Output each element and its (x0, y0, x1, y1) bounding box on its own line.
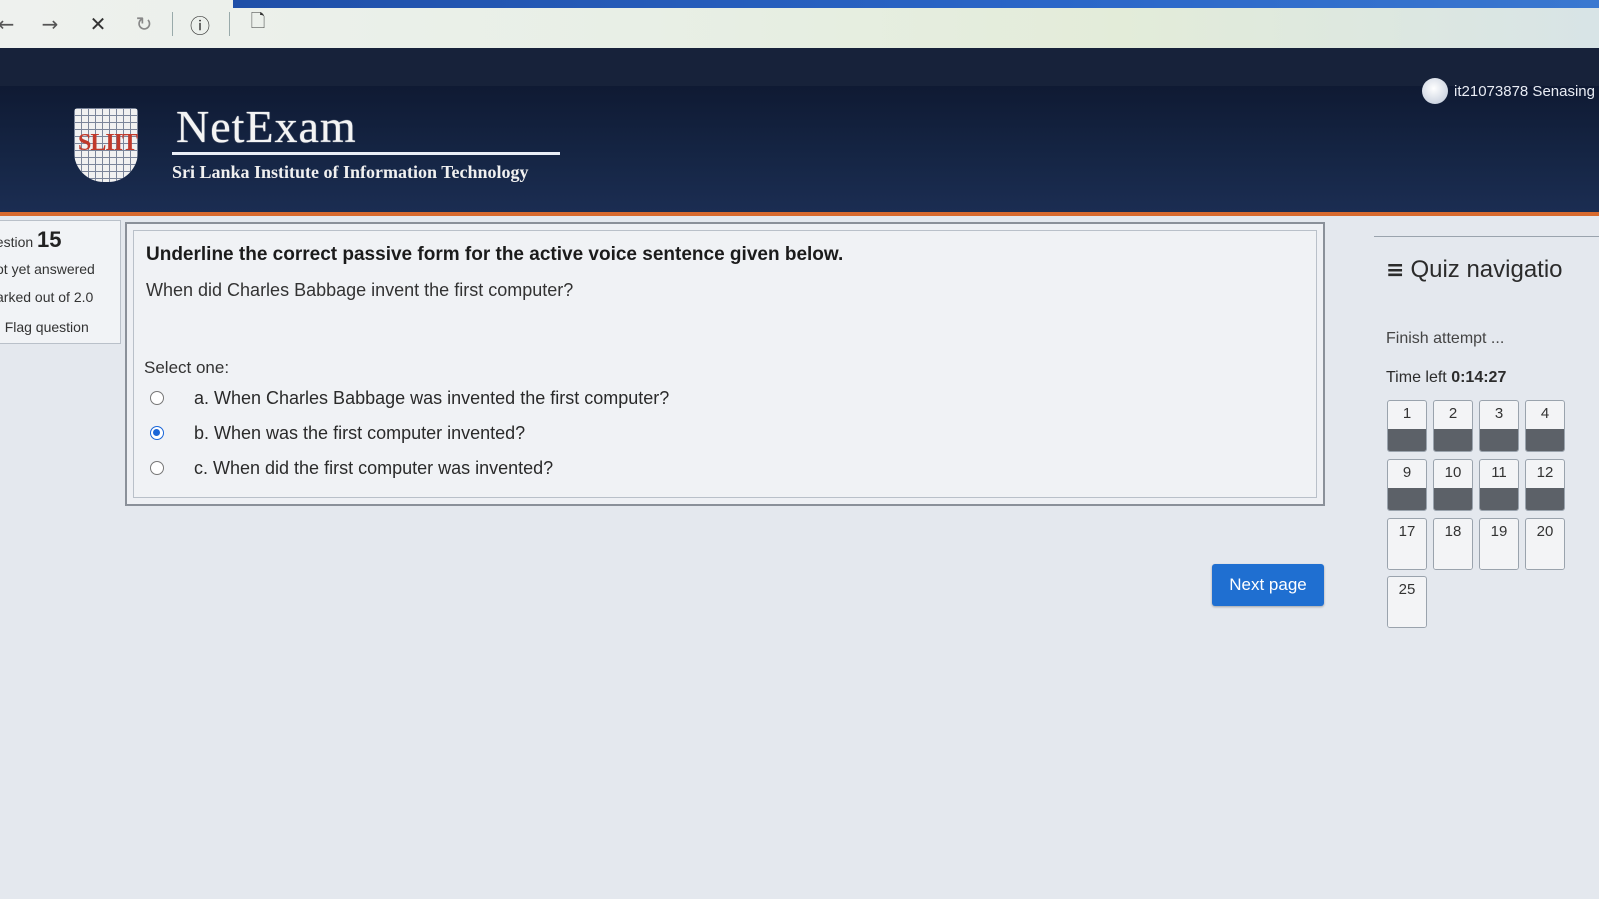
radio-button-b[interactable] (150, 426, 164, 440)
user-menu[interactable]: it21073878 Senasing (1422, 76, 1599, 106)
question-info: uestion 15 ot yet answered arked out of … (0, 220, 121, 344)
quiz-nav-button[interactable]: 9 (1387, 459, 1427, 511)
avatar[interactable] (1422, 78, 1449, 104)
quiz-nav-button[interactable]: 17 (1387, 518, 1427, 570)
quiz-nav-number[interactable]: 11 (1480, 464, 1518, 481)
reload-icon[interactable]: ↻ (130, 10, 158, 38)
flag-icon[interactable]: ' (0, 319, 1, 335)
answered-indicator (1434, 488, 1472, 510)
sliit-logo: SLIIT (74, 108, 138, 182)
quiz-navigation-label: Quiz navigatio (1410, 256, 1563, 283)
quiz-nav-number[interactable]: 17 (1388, 523, 1426, 540)
quiz-nav-button[interactable]: 4 (1525, 400, 1565, 452)
unanswered-indicator (1526, 547, 1564, 569)
quiz-nav-number[interactable]: 12 (1526, 464, 1564, 481)
answered-indicator (1526, 488, 1564, 510)
answer-label-b[interactable]: b. When was the first computer invented? (194, 423, 525, 444)
answer-option-b[interactable]: b. When was the first computer invented? (150, 421, 525, 445)
quiz-nav-button[interactable]: 3 (1479, 400, 1519, 452)
quiz-nav-number[interactable]: 18 (1434, 523, 1472, 540)
answer-label-a[interactable]: a. When Charles Babbage was invented the… (194, 388, 669, 409)
time-left: Time left 0:14:27 (1386, 369, 1506, 387)
question-sentence: When did Charles Babbage invent the firs… (146, 280, 574, 300)
answered-indicator (1434, 429, 1472, 451)
browser-tab-strip (233, 0, 1599, 8)
quiz-nav-button[interactable]: 11 (1479, 459, 1519, 511)
toolbar-divider (229, 12, 230, 36)
radio-button-c[interactable] (150, 461, 164, 475)
logo-text: SLIIT (78, 130, 138, 156)
answer-label-c[interactable]: c. When did the first computer was inven… (194, 458, 553, 479)
answer-option-a[interactable]: a. When Charles Babbage was invented the… (150, 386, 669, 410)
brand-underline (172, 152, 560, 155)
quiz-nav-number[interactable]: 25 (1388, 581, 1426, 598)
quiz-nav-number[interactable]: 4 (1526, 405, 1564, 422)
site-info-icon[interactable]: ⓘ (186, 10, 214, 38)
radio-button-a[interactable] (150, 391, 164, 405)
quiz-nav-button[interactable]: 1 (1387, 400, 1427, 452)
browser-toolbar: ← → ✕ ↻ ⓘ 🗋 (0, 0, 1599, 48)
answer-option-c[interactable]: c. When did the first computer was inven… (150, 456, 553, 480)
quiz-nav-number[interactable]: 3 (1480, 405, 1518, 422)
quiz-nav-button[interactable]: 19 (1479, 518, 1519, 570)
quiz-nav-button[interactable]: 25 (1387, 576, 1427, 628)
quiz-nav-number[interactable]: 9 (1388, 464, 1426, 481)
answered-indicator (1526, 429, 1564, 451)
time-left-value: 0:14:27 (1451, 369, 1507, 386)
quiz-nav-number[interactable]: 10 (1434, 464, 1472, 481)
flag-question-link[interactable]: 'Flag question (0, 319, 89, 335)
quiz-navigation-title: ≡ Quiz navigatio (1386, 256, 1563, 284)
page-icon[interactable]: 🗋 (244, 10, 272, 38)
brand-subtitle: Sri Lanka Institute of Information Techn… (172, 162, 529, 182)
time-left-label: Time left (1386, 369, 1447, 386)
unanswered-indicator (1388, 605, 1426, 627)
unanswered-indicator (1480, 547, 1518, 569)
stop-icon[interactable]: ✕ (84, 10, 112, 38)
quiz-nav-number[interactable]: 19 (1480, 523, 1518, 540)
quiz-nav-button[interactable]: 18 (1433, 518, 1473, 570)
quiz-nav-divider (1374, 236, 1599, 237)
answered-indicator (1388, 488, 1426, 510)
toolbar-divider (172, 12, 173, 36)
question-label: uestion (0, 234, 34, 250)
next-page-button[interactable]: Next page (1212, 564, 1324, 606)
answered-indicator (1388, 429, 1426, 451)
quiz-nav-button[interactable]: 10 (1433, 459, 1473, 511)
quiz-nav-number[interactable]: 1 (1388, 405, 1426, 422)
question-number-row: uestion 15 (0, 227, 62, 253)
quiz-nav-button[interactable]: 2 (1433, 400, 1473, 452)
flag-question-label[interactable]: Flag question (5, 319, 89, 335)
quiz-nav-button[interactable]: 20 (1525, 518, 1565, 570)
finish-attempt-link[interactable]: Finish attempt ... (1386, 330, 1504, 348)
user-name[interactable]: it21073878 Senasing (1454, 83, 1595, 100)
unanswered-indicator (1434, 547, 1472, 569)
quiz-nav-number[interactable]: 2 (1434, 405, 1472, 422)
menu-icon[interactable]: ≡ (1386, 258, 1404, 283)
select-one-label: Select one: (144, 358, 230, 377)
quiz-nav-button[interactable]: 12 (1525, 459, 1565, 511)
question-state: ot yet answered (0, 261, 95, 277)
question-number: 15 (37, 227, 62, 252)
unanswered-indicator (1388, 547, 1426, 569)
answered-indicator (1480, 488, 1518, 510)
quiz-nav-number[interactable]: 20 (1526, 523, 1564, 540)
back-icon[interactable]: ← (0, 10, 20, 38)
top-navbar (0, 48, 1599, 88)
forward-icon[interactable]: → (36, 10, 64, 38)
question-prompt: Underline the correct passive form for t… (146, 244, 844, 265)
question-marks: arked out of 2.0 (0, 289, 94, 305)
answered-indicator (1480, 429, 1518, 451)
brand-title: NetExam (176, 101, 357, 152)
